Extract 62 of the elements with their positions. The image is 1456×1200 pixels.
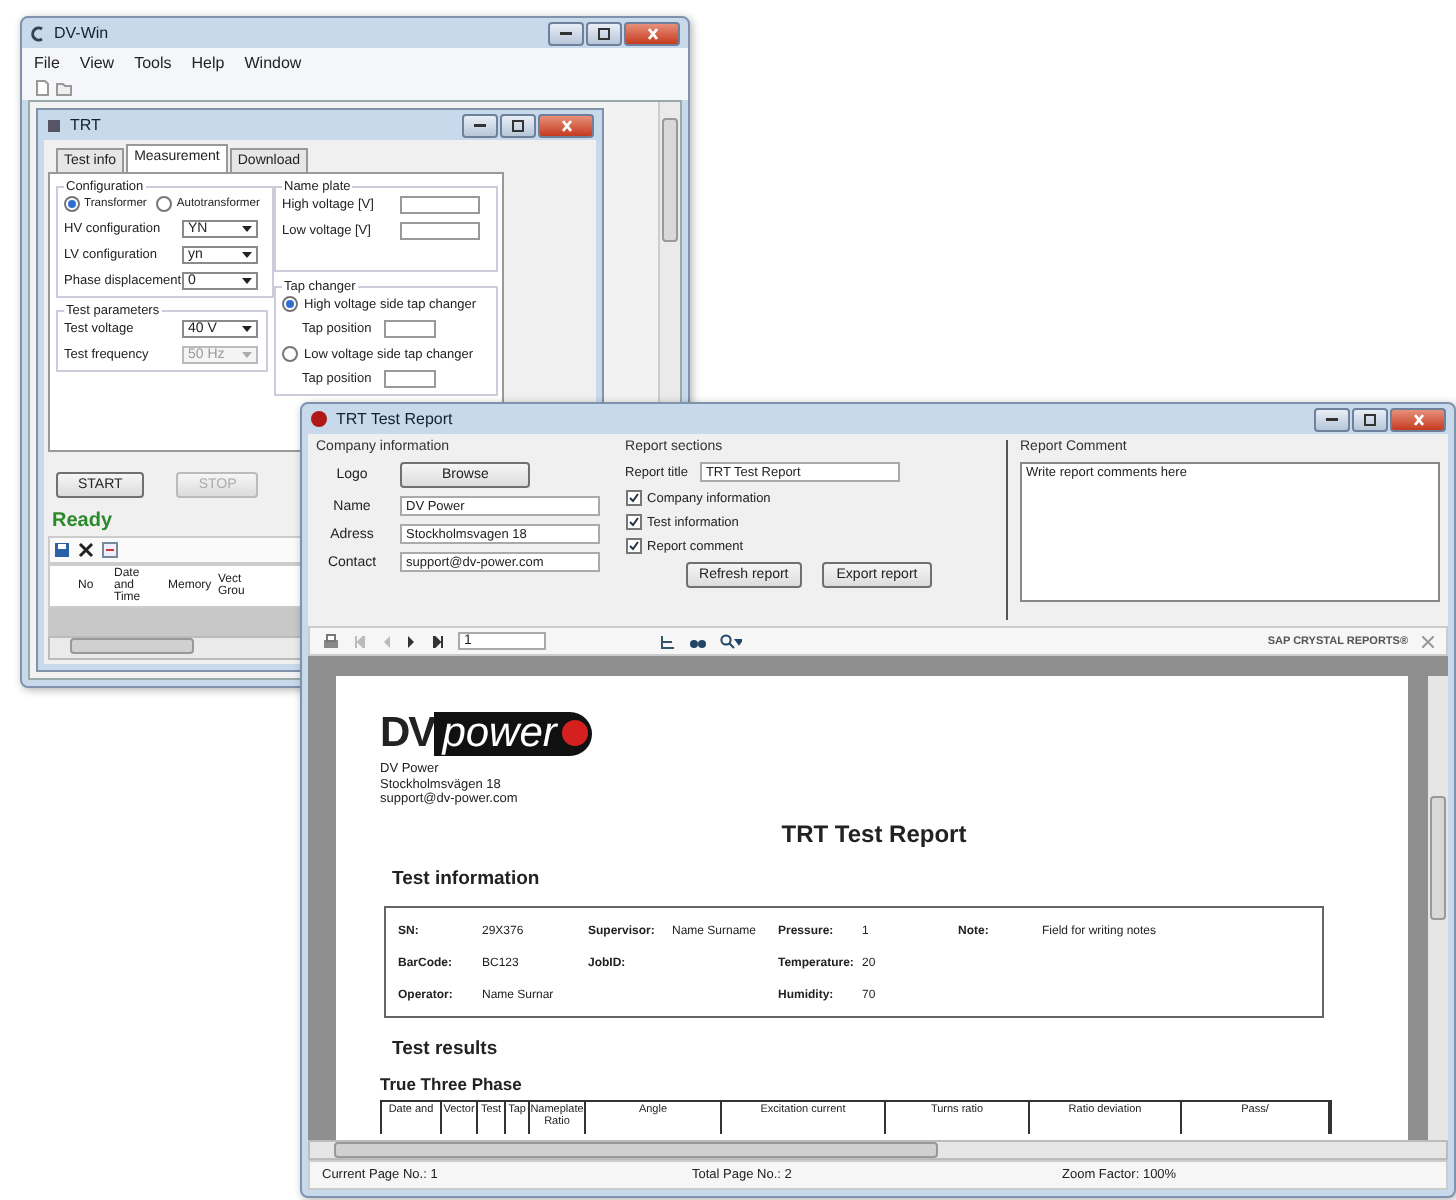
close-button[interactable] [624, 21, 680, 45]
input-field[interactable] [384, 320, 436, 338]
print-icon[interactable] [322, 633, 340, 649]
menu-item[interactable]: Window [244, 53, 302, 71]
menu-item[interactable]: Help [191, 53, 225, 71]
caret-icon [242, 352, 252, 358]
checkbox[interactable] [625, 490, 642, 506]
checkbox[interactable] [625, 538, 642, 554]
radio-button[interactable] [64, 196, 80, 212]
maximize-button[interactable] [1352, 407, 1388, 431]
maximize-icon [512, 119, 524, 131]
menu-item[interactable]: File [34, 53, 60, 71]
close-button[interactable] [1390, 407, 1446, 431]
maximize-button[interactable] [500, 113, 536, 137]
section-heading: Test information [392, 867, 542, 889]
table-title: True Three Phase [380, 1073, 524, 1093]
close-icon [647, 27, 657, 39]
window-title: TRT Test Report [336, 410, 453, 428]
minimize-button[interactable] [548, 21, 584, 45]
checkbox[interactable] [625, 514, 642, 530]
horizontal-scrollbar[interactable] [308, 1140, 1448, 1160]
maximize-icon [598, 27, 610, 39]
export-icon[interactable] [102, 542, 118, 558]
maximize-button[interactable] [586, 21, 622, 45]
close-icon [1413, 413, 1423, 425]
app-icon [30, 25, 46, 41]
input-field[interactable] [384, 370, 436, 388]
radio-button[interactable] [282, 296, 298, 312]
section-heading: Test results [392, 1037, 500, 1059]
minimize-icon [474, 123, 486, 127]
maximize-icon [1364, 413, 1376, 425]
window-title: TRT [70, 116, 101, 134]
last-page-icon[interactable] [432, 635, 444, 647]
caret-icon [242, 252, 252, 258]
device-icon [46, 117, 62, 133]
save-icon[interactable] [54, 542, 70, 558]
new-file-icon[interactable] [34, 80, 50, 96]
window-title: DV-Win [54, 24, 109, 42]
menu-item[interactable]: View [79, 53, 115, 71]
status-text: Ready [50, 508, 115, 536]
radio-button[interactable] [156, 196, 173, 212]
input-field[interactable] [400, 196, 480, 214]
close-icon[interactable] [1422, 635, 1434, 647]
minimize-icon [1326, 417, 1338, 421]
caret-icon [242, 278, 252, 284]
report-title: TRT Test Report [781, 819, 967, 847]
close-button[interactable] [538, 113, 594, 137]
close-icon [561, 119, 571, 131]
company-logo: DV power [380, 712, 593, 756]
vertical-scrollbar[interactable] [1428, 676, 1448, 1140]
caret-icon [242, 326, 252, 332]
minimize-button[interactable] [462, 113, 498, 137]
minimize-button[interactable] [1314, 407, 1350, 431]
minimize-icon [560, 31, 572, 35]
delete-icon[interactable] [78, 542, 94, 558]
input-field[interactable] [400, 222, 480, 240]
caret-icon [242, 226, 252, 232]
menu-item[interactable]: Tools [134, 53, 172, 71]
radio-button[interactable] [282, 346, 298, 362]
zoom-icon[interactable] [720, 633, 742, 649]
app-icon [310, 410, 328, 428]
open-file-icon[interactable] [56, 80, 72, 96]
